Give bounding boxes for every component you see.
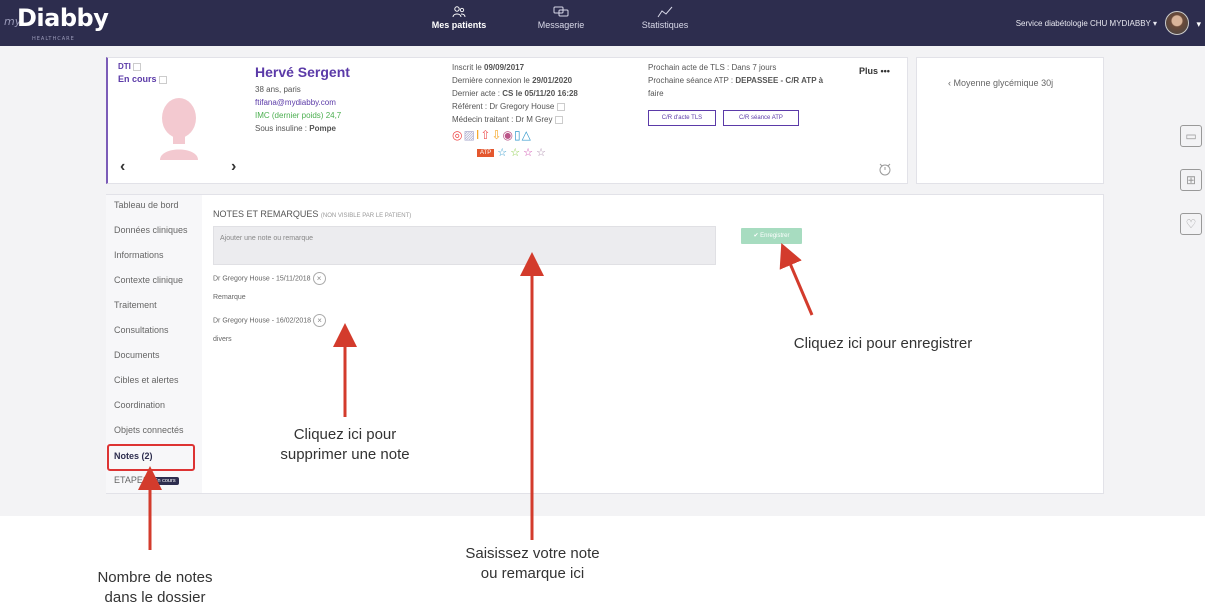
annotation-delete: Cliquez ici pour supprimer une note xyxy=(280,426,410,463)
annotation-notes-count: Nombre de notes dans le dossier xyxy=(97,569,213,606)
annotation-arrows xyxy=(138,242,814,550)
screen: my Diabby HEALTHCARE Mes patients Messag… xyxy=(0,0,1205,608)
annotation-save: Cliquez ici pour enregistrer xyxy=(793,335,973,352)
arrow-to-save xyxy=(779,242,814,316)
annotation-input: Saisissez votre note ou remarque ici xyxy=(465,545,600,582)
